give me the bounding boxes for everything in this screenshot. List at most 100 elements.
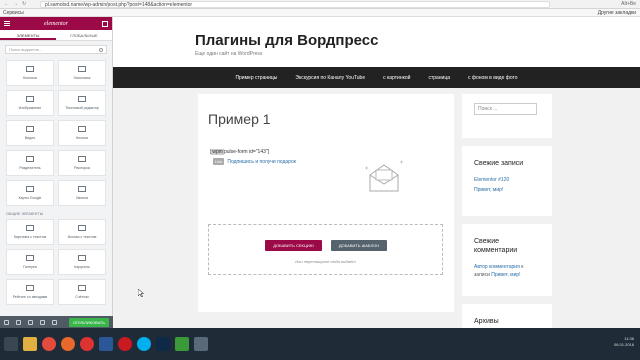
nav-item-photo-bg[interactable]: с фоном в виде фото (468, 75, 518, 81)
widget-image[interactable]: Изображение (6, 90, 54, 116)
site-tagline: Еще один сайт на WordPress (195, 51, 263, 57)
search-icon (99, 48, 103, 52)
widget-search-placeholder: Поиск виджетов... (9, 47, 43, 52)
browser-extensions[interactable]: Alt+Be (550, 1, 640, 7)
add-template-button[interactable]: ДОБАВИТЬ ШАБЛОН (331, 240, 387, 251)
nav-item-page[interactable]: страница (428, 75, 450, 81)
widget-text-editor[interactable]: Текстовый редактор (58, 90, 106, 116)
site-title[interactable]: Плагины для Вордпресс (195, 32, 558, 49)
back-icon[interactable]: ← (4, 1, 9, 7)
widget-search-input[interactable]: Поиск виджетов... (5, 45, 107, 54)
tab-elements[interactable]: ЭЛЕМЕНТЫ (0, 30, 56, 40)
tab-global[interactable]: ГЛОБАЛЬНЫЕ (56, 30, 112, 40)
publish-button[interactable]: ОПУБЛИКОВАТЬ (68, 317, 109, 327)
add-section-button[interactable]: ДОБАВИТЬ СЕКЦИЮ (265, 240, 322, 251)
columns-icon (26, 66, 34, 72)
settings-icon[interactable] (4, 319, 9, 325)
widget-label: Заголовок (73, 76, 91, 80)
navigator-icon[interactable] (16, 319, 21, 325)
preview-icon[interactable] (52, 319, 57, 325)
archives-title: Архивы (474, 318, 499, 325)
widget-counter[interactable]: Счётчик (58, 279, 106, 305)
widget-columns[interactable]: Колонки (6, 60, 54, 86)
gallery-icon (26, 255, 34, 261)
widget-label: Кнопка (76, 136, 88, 140)
recent-posts-title: Свежие записи (474, 160, 524, 167)
page-preview: Плагины для Вордпресс Еще один сайт на W… (113, 17, 640, 328)
shortcode-text[interactable]: [wpmpulse-form id="143"] (210, 149, 269, 155)
image-icon (26, 96, 34, 102)
carousel-icon (78, 255, 86, 261)
comment-post-link[interactable]: Привет, мир! (491, 272, 520, 278)
browser-toolbar: ← → ↻ pl.samotsd.name/wp-admin/post.php?… (0, 0, 640, 9)
elementor-panel: elementor ЭЛЕМЕНТЫ ГЛОБАЛЬНЫЕ Поиск видж… (0, 17, 113, 328)
start-icon[interactable] (4, 337, 18, 351)
recent-comments-widget: Свежие комментарии Автор комментария к з… (462, 224, 552, 296)
other-bookmarks[interactable]: Другие закладки (598, 9, 636, 17)
text-editor-icon (78, 96, 86, 102)
reload-icon[interactable]: ↻ (22, 1, 26, 7)
widget-label: Рейтинг со звездами (12, 295, 48, 299)
history-icon[interactable] (28, 319, 33, 325)
recent-post-link[interactable]: Elementor #120 (474, 177, 540, 183)
windows-taskbar: 11:36 06.01.2018 (0, 328, 640, 360)
post-content: Пример 1 [wpmpulse-form id="143"] Link П… (198, 94, 454, 312)
sidebar-search-input[interactable]: Поиск ... (474, 103, 537, 115)
widget-label: Изображение (18, 106, 42, 110)
widget-button[interactable]: Кнопка (58, 120, 106, 146)
section-general-title[interactable]: ОБЩИЕ ЭЛЕМЕНТЫ (0, 208, 112, 217)
post-title: Пример 1 (208, 111, 271, 127)
word-icon[interactable] (99, 337, 113, 351)
opera-icon[interactable] (118, 337, 132, 351)
system-tray-clock[interactable]: 11:36 06.01.2018 (614, 336, 634, 348)
add-section-dropzone[interactable]: ДОБАВИТЬ СЕКЦИЮ ДОБАВИТЬ ШАБЛОН Или пере… (208, 224, 443, 275)
grid-icon[interactable] (102, 20, 108, 27)
widget-spacer[interactable]: Распорка (58, 150, 106, 176)
widget-label: Текстовый редактор (65, 106, 99, 110)
subscribe-line: Link Подпишись и получи подарок (213, 158, 296, 165)
widget-divider[interactable]: Разделитель (6, 150, 54, 176)
widget-label: Карты Google (18, 196, 42, 200)
recent-posts-widget: Свежие записи Elementor #120 Привет, мир… (462, 146, 552, 216)
widget-label: Иконка (76, 196, 88, 200)
menu-icon[interactable] (4, 21, 10, 26)
button-icon (78, 126, 86, 132)
widget-google-maps[interactable]: Карты Google (6, 180, 54, 206)
widget-heading[interactable]: Заголовок (58, 60, 106, 86)
bookmarks-bar: Сервисы Другие закладки (0, 9, 640, 17)
skype-icon[interactable] (137, 337, 151, 351)
responsive-icon[interactable] (40, 319, 45, 325)
bookmark-services[interactable]: Сервисы (3, 10, 24, 16)
widget-star-rating[interactable]: Рейтинг со звездами (6, 279, 54, 305)
nav-item-youtube-tour[interactable]: Экскурсия по Каналу YouTube (295, 75, 365, 81)
widget-label: Иконка с текстом (67, 235, 97, 239)
address-bar[interactable]: pl.samotsd.name/wp-admin/post.php?post=1… (40, 0, 550, 8)
widget-label: Колонки (23, 76, 37, 80)
widget-icon-box[interactable]: Иконка с текстом (58, 219, 106, 245)
yandex-browser-icon[interactable] (80, 337, 94, 351)
camtasia-icon[interactable] (175, 337, 189, 351)
nav-item-sample-page[interactable]: Пример страницы (235, 75, 277, 81)
widgets-grid-general: Картинка с текстом Иконка с текстом Гале… (0, 217, 112, 307)
subscribe-link[interactable]: Подпишись и получи подарок (227, 159, 296, 165)
widget-gallery[interactable]: Галерея (6, 249, 54, 275)
comment-author-link[interactable]: Автор комментария (474, 264, 520, 270)
firefox-icon[interactable] (61, 337, 75, 351)
forward-icon[interactable]: → (13, 1, 18, 7)
widget-label: Видео (24, 136, 36, 140)
nav-item-with-image[interactable]: с картинкой (383, 75, 410, 81)
photoshop-icon[interactable] (156, 337, 170, 351)
recent-post-link[interactable]: Привет, мир! (474, 187, 540, 193)
widget-label: Распорка (74, 166, 90, 170)
chrome-icon[interactable] (42, 337, 56, 351)
app-icon[interactable] (194, 337, 208, 351)
widget-video[interactable]: Видео (6, 120, 54, 146)
icon-box-icon (78, 225, 86, 231)
panel-footer: ОПУБЛИКОВАТЬ (0, 316, 113, 328)
file-explorer-icon[interactable] (23, 337, 37, 351)
widget-carousel[interactable]: Карусель (58, 249, 106, 275)
widget-image-box[interactable]: Картинка с текстом (6, 219, 54, 245)
rating-icon (26, 285, 34, 291)
image-box-icon (26, 225, 34, 231)
widget-icon[interactable]: Иконка (58, 180, 106, 206)
